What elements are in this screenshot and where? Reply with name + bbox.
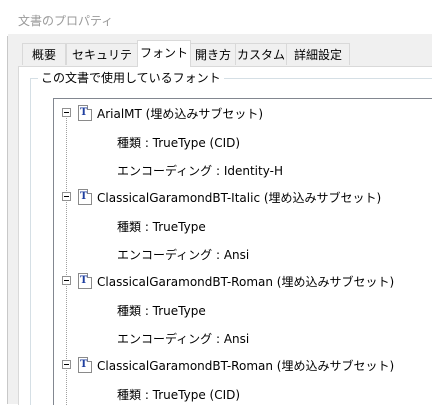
- title-bar: 文書のプロパティ: [0, 0, 432, 34]
- font-encoding: エンコーディング : Ansi: [117, 248, 250, 262]
- font-name: ArialMT (埋め込みサブセット): [97, 107, 264, 121]
- collapse-minus-icon[interactable]: [62, 276, 71, 285]
- font-type: 種類 : TrueType: [117, 220, 206, 234]
- fonts-group-label: この文書で使用しているフォント: [38, 69, 224, 86]
- font-node[interactable]: T ArialMT (埋め込みサブセット): [54, 104, 432, 124]
- collapse-minus-icon[interactable]: [62, 192, 71, 201]
- truetype-font-icon: T: [78, 105, 92, 121]
- font-type: 種類 : TrueType: [117, 304, 206, 318]
- window-title: 文書のプロパティ: [18, 14, 114, 28]
- font-node[interactable]: T ClassicalGaramondBT-Roman (埋め込みサブセット): [54, 356, 432, 376]
- font-node[interactable]: T ClassicalGaramondBT-Italic (埋め込みサブセット): [54, 188, 432, 208]
- font-tree[interactable]: T ArialMT (埋め込みサブセット) 種類 : TrueType (CID…: [53, 98, 432, 405]
- collapse-minus-icon[interactable]: [62, 108, 71, 117]
- tab-open[interactable]: 開き方: [190, 43, 236, 65]
- font-node[interactable]: T ClassicalGaramondBT-Roman (埋め込みサブセット): [54, 272, 432, 292]
- font-encoding: エンコーディング : Ansi: [117, 332, 250, 346]
- dialog-left-border: [7, 36, 8, 404]
- truetype-font-icon: T: [78, 189, 92, 205]
- font-name: ClassicalGaramondBT-Roman (埋め込みサブセット): [97, 275, 395, 289]
- tab-fonts[interactable]: フォント: [137, 40, 191, 67]
- font-name: ClassicalGaramondBT-Italic (埋め込みサブセット): [97, 191, 382, 205]
- tab-custom[interactable]: カスタム: [235, 43, 287, 65]
- tab-overview[interactable]: 概要: [22, 43, 66, 65]
- collapse-minus-icon[interactable]: [62, 360, 71, 369]
- tab-security[interactable]: セキュリティ: [66, 43, 138, 84]
- font-type: 種類 : TrueType (CID): [117, 136, 241, 150]
- truetype-font-icon: T: [78, 357, 92, 373]
- font-type: 種類 : TrueType (CID): [117, 388, 241, 402]
- font-encoding: エンコーディング : Identity-H: [117, 164, 283, 178]
- tab-advanced[interactable]: 詳細設定: [286, 43, 350, 65]
- font-name: ClassicalGaramondBT-Roman (埋め込みサブセット): [97, 359, 395, 373]
- truetype-font-icon: T: [78, 273, 92, 289]
